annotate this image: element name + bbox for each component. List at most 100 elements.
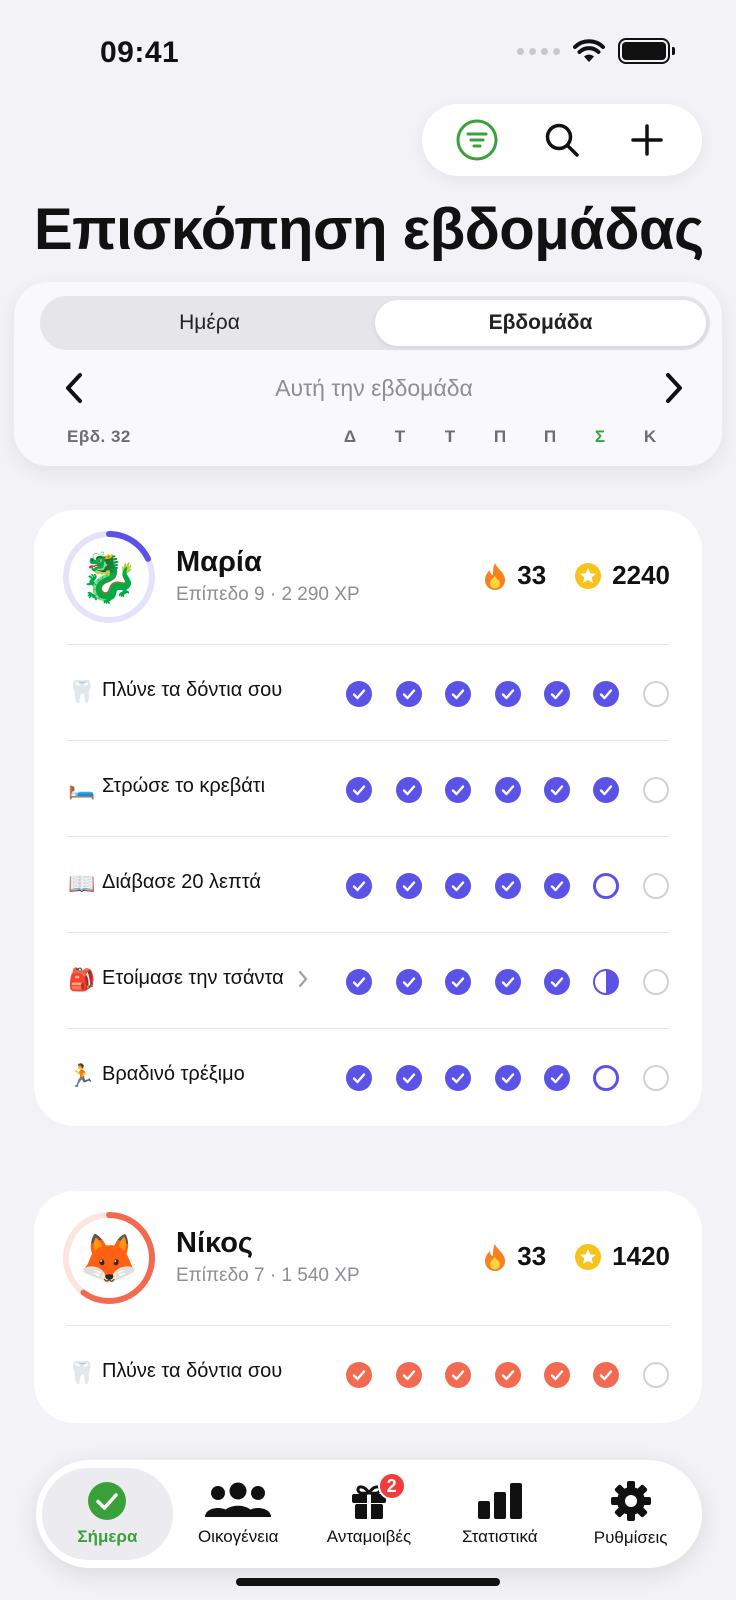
checkmark-icon xyxy=(451,881,465,892)
chevron-left-icon xyxy=(66,373,82,403)
member-header[interactable]: 🦊 Νίκος Επίπεδο 7 · 1 540 XP 33 1420 xyxy=(34,1191,702,1325)
checkmark-icon xyxy=(402,977,416,988)
checkmark-icon xyxy=(451,1073,465,1084)
day-label-wed: Τ xyxy=(444,427,456,446)
habit-check-done[interactable] xyxy=(396,873,422,899)
habit-check-empty[interactable] xyxy=(643,777,669,803)
checkmark-icon xyxy=(501,977,515,988)
chevron-right-icon[interactable] xyxy=(296,967,310,991)
habit-check-done[interactable] xyxy=(396,1065,422,1091)
checkmark-icon xyxy=(599,785,613,796)
search-button[interactable] xyxy=(534,112,590,168)
habit-row: 🦷 Πλύνε τα δόντια σου xyxy=(66,644,670,740)
week-number: Εβδ. 32 xyxy=(67,427,131,446)
habit-check-done[interactable] xyxy=(346,777,372,803)
habit-check-done[interactable] xyxy=(396,969,422,995)
add-button[interactable] xyxy=(619,112,675,168)
habit-check-done[interactable] xyxy=(396,777,422,803)
habit-icon: 🛏️ xyxy=(68,775,96,800)
habit-icon: 🦷 xyxy=(68,1360,96,1385)
habit-label[interactable]: Διάβασε 20 λεπτά xyxy=(102,871,261,894)
habit-check-done[interactable] xyxy=(346,1362,372,1388)
habit-check-done[interactable] xyxy=(544,873,570,899)
habit-check-done[interactable] xyxy=(445,969,471,995)
battery-icon xyxy=(618,38,675,64)
habit-check-done[interactable] xyxy=(544,969,570,995)
avatar: 🦊 xyxy=(62,1211,156,1305)
tab-family[interactable]: Οικογένεια xyxy=(173,1468,304,1560)
day-label-sat: Σ xyxy=(594,427,606,446)
habit-check-done[interactable] xyxy=(445,873,471,899)
tab-label-rewards: Ανταμοιβές xyxy=(326,1527,412,1546)
habit-check-done[interactable] xyxy=(445,777,471,803)
avatar-emoji: 🦊 xyxy=(79,1232,139,1286)
tab-today[interactable]: Σήμερα xyxy=(42,1468,173,1560)
week-navigation: Αυτή την εβδομάδα xyxy=(54,366,694,410)
habit-check-done[interactable] xyxy=(346,873,372,899)
segment-week[interactable]: Εβδομάδα xyxy=(375,300,706,346)
segment-day[interactable]: Ημέρα xyxy=(44,300,375,346)
habit-check-pending[interactable] xyxy=(593,1065,619,1091)
habit-label[interactable]: Στρώσε το κρεβάτι xyxy=(102,775,265,798)
habit-check-done[interactable] xyxy=(544,1065,570,1091)
cellular-signal-icon xyxy=(517,47,560,55)
tab-settings[interactable]: Ρυθμίσεις xyxy=(565,1468,696,1560)
habit-check-done[interactable] xyxy=(495,1362,521,1388)
habit-check-done[interactable] xyxy=(495,777,521,803)
habit-label[interactable]: Πλύνε τα δόντια σου xyxy=(102,1360,282,1383)
people-icon xyxy=(205,1482,272,1517)
streak-count: 33 xyxy=(517,1241,547,1271)
checkmark-icon xyxy=(501,881,515,892)
tab-rewards[interactable]: 2 Ανταμοιβές xyxy=(304,1468,435,1560)
previous-week-button[interactable] xyxy=(54,366,94,410)
habit-check-done[interactable] xyxy=(544,1362,570,1388)
habit-icon: 🏃 xyxy=(68,1063,96,1088)
habit-check-pending[interactable] xyxy=(593,873,619,899)
day-label-mon: Δ xyxy=(343,427,357,446)
habit-check-done[interactable] xyxy=(593,777,619,803)
checkmark-icon xyxy=(352,881,366,892)
habit-check-done[interactable] xyxy=(544,681,570,707)
habit-check-empty[interactable] xyxy=(643,873,669,899)
habit-check-done[interactable] xyxy=(346,681,372,707)
habit-check-done[interactable] xyxy=(544,777,570,803)
habit-label[interactable]: Βραδινό τρέξιμο xyxy=(102,1063,245,1086)
star-coin-icon xyxy=(575,562,602,589)
habit-check-done[interactable] xyxy=(495,873,521,899)
habit-check-done[interactable] xyxy=(593,1362,619,1388)
habit-row: 🦷 Πλύνε τα δόντια σου xyxy=(66,1325,670,1421)
checkmark-icon xyxy=(402,785,416,796)
habit-label[interactable]: Ετοίμασε την τσάντα xyxy=(102,967,284,990)
habit-check-done[interactable] xyxy=(445,1362,471,1388)
habit-check-done[interactable] xyxy=(346,969,372,995)
search-icon xyxy=(545,123,579,157)
tab-statistics[interactable]: Στατιστικά xyxy=(434,1468,565,1560)
habit-check-done[interactable] xyxy=(445,681,471,707)
habit-check-done[interactable] xyxy=(495,969,521,995)
habit-check-empty[interactable] xyxy=(643,969,669,995)
next-week-button[interactable] xyxy=(654,366,694,410)
habit-row: 🏃 Βραδινό τρέξιμο xyxy=(66,1028,670,1124)
habit-check-partial[interactable] xyxy=(593,969,619,995)
filter-button[interactable] xyxy=(449,112,505,168)
points-count: 2240 xyxy=(612,560,670,590)
habit-check-empty[interactable] xyxy=(643,1362,669,1388)
habit-check-done[interactable] xyxy=(445,1065,471,1091)
rewards-badge: 2 xyxy=(377,1472,406,1500)
habit-row: 📖 Διάβασε 20 λεπτά xyxy=(66,836,670,932)
member-header[interactable]: 🐉 Μαρία Επίπεδο 9 · 2 290 XP 33 2240 xyxy=(34,510,702,644)
tab-label-statistics: Στατιστικά xyxy=(461,1527,538,1546)
habit-check-done[interactable] xyxy=(495,1065,521,1091)
habit-row: 🎒 Ετοίμασε την τσάντα xyxy=(66,932,670,1028)
habit-label[interactable]: Πλύνε τα δόντια σου xyxy=(102,679,282,702)
habit-check-done[interactable] xyxy=(346,1065,372,1091)
checkmark-icon xyxy=(451,689,465,700)
habit-check-done[interactable] xyxy=(396,1362,422,1388)
habit-check-done[interactable] xyxy=(495,681,521,707)
checkmark-icon xyxy=(550,977,564,988)
status-icons xyxy=(517,38,675,64)
habit-check-done[interactable] xyxy=(593,681,619,707)
habit-check-done[interactable] xyxy=(396,681,422,707)
habit-check-empty[interactable] xyxy=(643,681,669,707)
habit-check-empty[interactable] xyxy=(643,1065,669,1091)
